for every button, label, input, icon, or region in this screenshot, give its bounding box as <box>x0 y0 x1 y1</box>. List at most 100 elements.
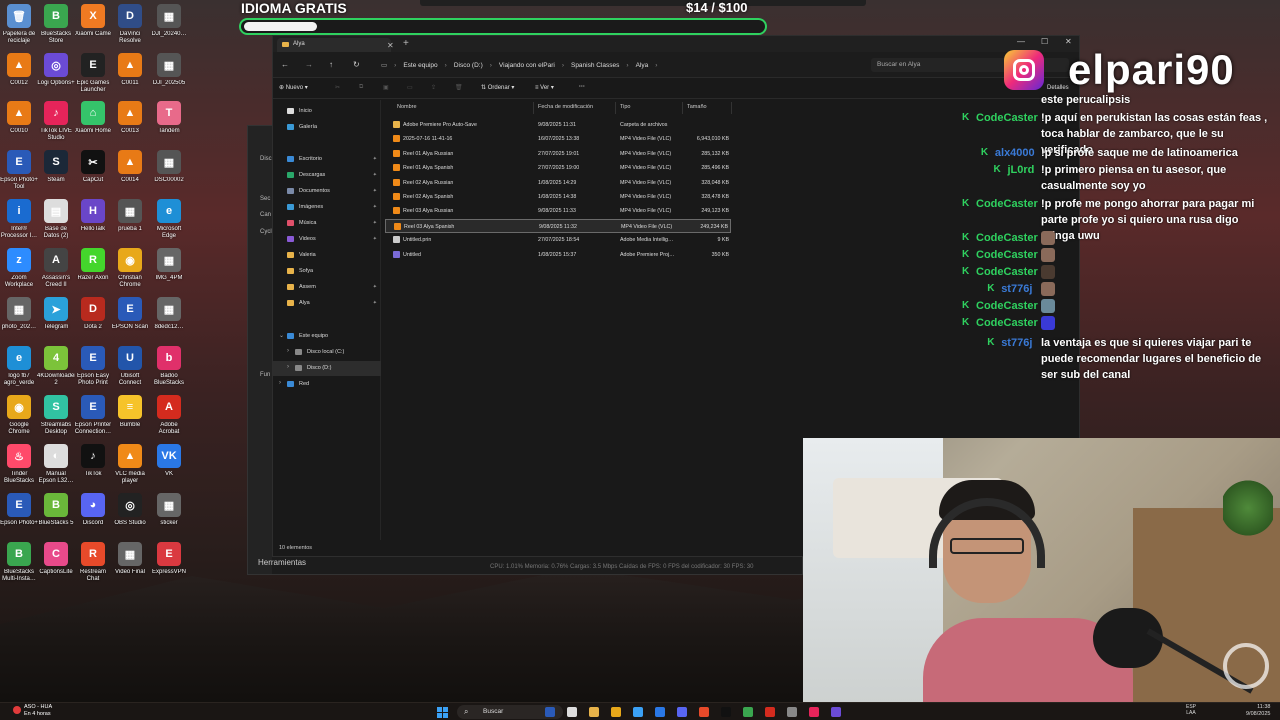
desktop-icon[interactable]: e logo fb7 agro_verde <box>0 346 38 387</box>
breadcrumb-item[interactable]: Disco (D:) <box>454 62 483 69</box>
weather-widget[interactable]: ASO - HUA En 4 horas <box>24 704 52 718</box>
column-header-type[interactable]: Tipo <box>620 104 631 110</box>
clock[interactable]: 11:38 9/08/2025 <box>1246 704 1270 718</box>
desktop-icon[interactable]: ▲ C0011 <box>111 53 149 87</box>
desktop-icon[interactable]: ♪ TikTok LIVE Studio <box>37 101 75 142</box>
sidebar-item-quick[interactable]: Videos ✦ <box>273 232 381 247</box>
column-divider[interactable] <box>615 102 616 114</box>
desktop-icon[interactable]: ➤ Telegram <box>37 297 75 331</box>
desktop-icon[interactable]: C CaptionsLite <box>37 542 75 576</box>
desktop-icon[interactable]: R Razer Axon <box>74 248 112 282</box>
desktop-icon[interactable]: X Xiaomi Came <box>74 4 112 38</box>
language-indicator[interactable]: ESP LAA <box>1186 704 1196 716</box>
taskbar-app-icon[interactable] <box>655 707 665 717</box>
desktop-icon[interactable]: H HelloTalk <box>74 199 112 233</box>
desktop-icon[interactable]: 🗑 Papelera de reciclaje <box>0 4 38 45</box>
desktop-icon[interactable]: ▦ 8dedc12… <box>150 297 188 331</box>
desktop-icon[interactable]: ◉ Christian Chrome <box>111 248 149 289</box>
file-row[interactable]: Reel 01 Alya Russian 27/07/2025 19:01 MP4 … <box>385 147 731 161</box>
desktop-icon[interactable]: ▦ photo_202… <box>0 297 38 331</box>
desktop-icon[interactable]: ▦ DJI_202505 <box>150 53 188 87</box>
forward-arrow-icon[interactable]: → <box>305 60 313 69</box>
desktop-icon[interactable]: E Epson Photo+ Tool <box>0 150 38 191</box>
rename-icon[interactable]: ▭ <box>407 84 413 91</box>
desktop-icon[interactable]: ⌂ Xiaomi Home <box>74 101 112 135</box>
sidebar-item-drive-c[interactable]: › Disco local (C:) <box>273 345 381 360</box>
taskbar-app-icon[interactable] <box>787 707 797 717</box>
desktop-icon[interactable]: ▲ C0010 <box>0 101 38 135</box>
breadcrumb-item[interactable]: Alya <box>636 62 649 69</box>
taskbar-app-icon[interactable] <box>611 707 621 717</box>
close-tab-icon[interactable]: ✕ <box>387 41 394 50</box>
chevron-down-icon[interactable]: ⌄ <box>279 332 284 339</box>
breadcrumb-item[interactable]: Spanish Classes <box>571 62 619 69</box>
paste-icon[interactable]: ▣ <box>383 84 389 91</box>
desktop-icon[interactable]: ≡ Bumble <box>111 395 149 429</box>
file-row[interactable]: Reel 03 Alya Spanish 9/08/2025 11:32 MP4 V… <box>385 218 731 233</box>
desktop-icon[interactable]: E Epic Games Launcher <box>74 53 112 94</box>
desktop-icon[interactable]: ▦ IMG_4PM <box>150 248 188 282</box>
sidebar-item-quick[interactable]: Música ✦ <box>273 216 381 231</box>
sidebar-item-quick[interactable]: Descargas ✦ <box>273 168 381 183</box>
desktop-icon[interactable]: ◎ Logi Options+ <box>37 53 75 87</box>
sidebar-item-quick[interactable]: Assem ✦ <box>273 280 381 295</box>
sidebar-item-home[interactable]: Inicio <box>273 104 381 119</box>
desktop-icon[interactable]: VK VK <box>150 444 188 478</box>
file-row[interactable]: Reel 02 Alya Spanish 1/08/2025 14:38 MP4 V… <box>385 190 731 204</box>
desktop-icon[interactable]: E ExpressVPN <box>150 542 188 576</box>
breadcrumb-item[interactable]: Viajando con elPari <box>499 62 555 69</box>
refresh-icon[interactable]: ↻ <box>353 60 360 69</box>
taskbar-app-icon[interactable] <box>677 707 687 717</box>
up-arrow-icon[interactable]: ↑ <box>329 60 333 69</box>
desktop-icon[interactable]: B BlueStacks 5 <box>37 493 75 527</box>
minimize-icon[interactable]: — <box>1017 37 1025 46</box>
desktop-icon[interactable]: ▦ sticker <box>150 493 188 527</box>
details-pane-button[interactable]: Detalles <box>1047 85 1069 91</box>
sidebar-item-quick[interactable]: Imágenes ✦ <box>273 200 381 215</box>
cut-icon[interactable]: ✂ <box>335 84 340 91</box>
desktop-icon[interactable]: D Dota 2 <box>74 297 112 331</box>
weather-icon[interactable] <box>13 706 21 714</box>
desktop-icon[interactable]: ✂ CapCut <box>74 150 112 184</box>
desktop-icon[interactable]: ▤ Base de Datos (2) <box>37 199 75 240</box>
column-divider[interactable] <box>731 102 732 114</box>
sidebar-item-this-pc[interactable]: ⌄ Este equipo <box>273 329 381 344</box>
windows-start-icon[interactable] <box>437 707 448 718</box>
more-options-button[interactable]: ··· <box>579 84 585 90</box>
desktop-icon[interactable]: ▦ Video Final <box>111 542 149 576</box>
file-row[interactable]: Reel 02 Alya Russian 1/08/2025 14:29 MP4 V… <box>385 176 731 190</box>
share-icon[interactable]: ⇪ <box>431 84 436 91</box>
desktop-icon[interactable]: 4 4KDownloader 2 <box>37 346 75 387</box>
desktop-icon[interactable]: ◎ OBS Studio <box>111 493 149 527</box>
file-row[interactable]: 2025-07-16 11-41-16 16/07/2025 13:38 MP4 V… <box>385 132 731 146</box>
sidebar-item-quick[interactable]: Alya ✦ <box>273 296 381 311</box>
column-divider[interactable] <box>682 102 683 114</box>
desktop-icon[interactable]: ◉ Google Chrome <box>0 395 38 436</box>
maximize-icon[interactable]: ☐ <box>1041 37 1048 46</box>
desktop-icon[interactable]: b Badoo BlueStacks <box>150 346 188 387</box>
breadcrumb-item[interactable]: Este equipo <box>403 62 437 69</box>
sidebar-item-gallery[interactable]: Galería <box>273 120 381 135</box>
taskbar-app-icon[interactable] <box>699 707 709 717</box>
copy-icon[interactable]: ⧉ <box>359 84 363 91</box>
desktop-icon[interactable]: ▦ DJI_20240… <box>150 4 188 38</box>
desktop-icon[interactable]: A Assassin's Creed II <box>37 248 75 289</box>
delete-icon[interactable]: 🗑 <box>455 84 463 91</box>
desktop-icon[interactable]: D DaVinci Resolve <box>111 4 149 45</box>
desktop-icon[interactable]: T Tandem <box>150 101 188 135</box>
desktop-icon[interactable]: ♪ TikTok <box>74 444 112 478</box>
desktop-icon[interactable]: B BlueStacks Multi-Insta… <box>0 542 38 583</box>
desktop-icon[interactable]: e Microsoft Edge <box>150 199 188 240</box>
file-row[interactable]: Reel 03 Alya Russian 9/08/2025 11:33 MP4 V… <box>385 204 731 218</box>
desktop-icon[interactable]: E Epson Easy Photo Print <box>74 346 112 387</box>
file-row[interactable]: Reel 01 Alya Spanish 27/07/2025 19:00 MP4 … <box>385 161 731 175</box>
taskbar-app-icon[interactable] <box>589 707 599 717</box>
sidebar-item-quick[interactable]: Documentos ✦ <box>273 184 381 199</box>
desktop-icon[interactable]: ◕ Discord <box>74 493 112 527</box>
desktop-icon[interactable]: E EPSON Scan <box>111 297 149 331</box>
close-window-icon[interactable]: ✕ <box>1065 37 1072 46</box>
explorer-tab[interactable]: Alya ✕ <box>277 38 394 52</box>
sort-button[interactable]: ⇅ Ordenar ▾ <box>481 84 514 91</box>
sidebar-item-quick[interactable]: Sofya <box>273 264 381 279</box>
desktop-icon[interactable]: ▲ VLC media player <box>111 444 149 485</box>
